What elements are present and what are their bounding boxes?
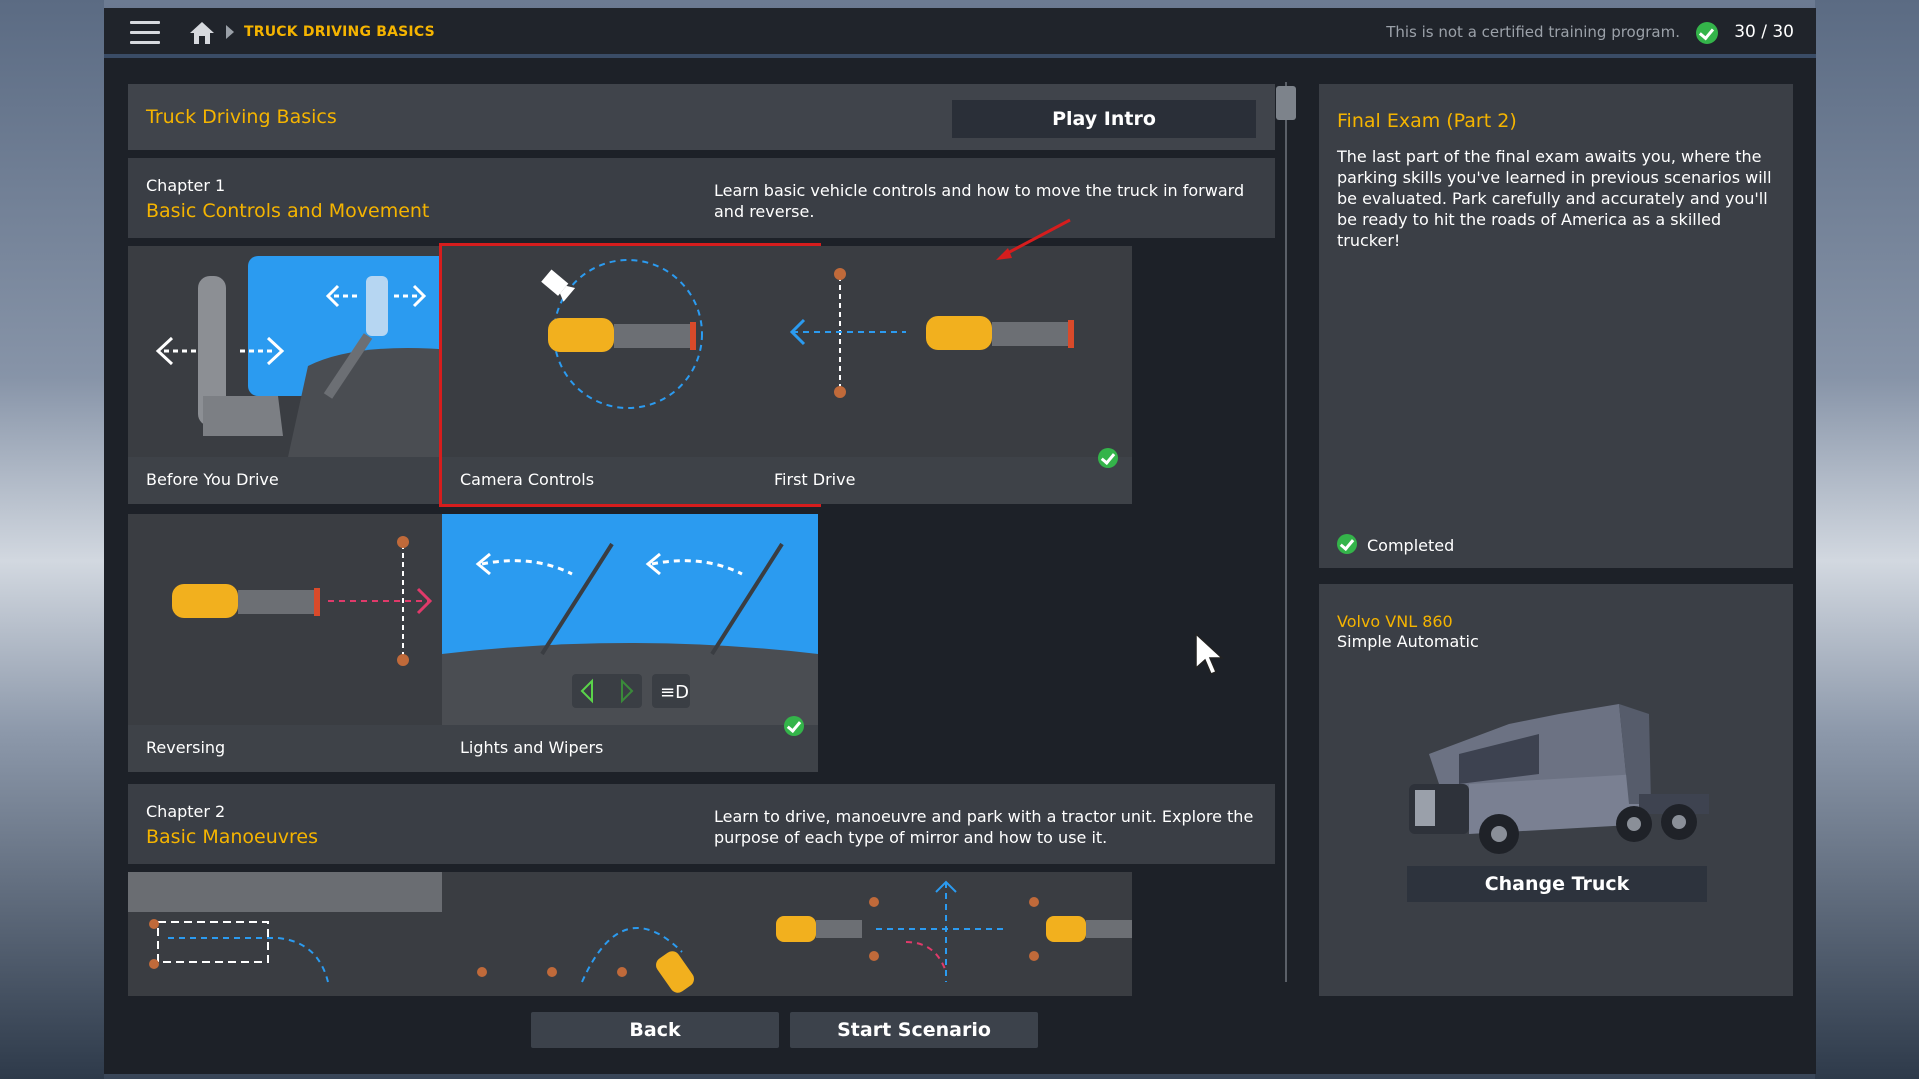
course-title: Truck Driving Basics — [146, 106, 337, 128]
chapter-name: Basic Controls and Movement — [146, 200, 430, 222]
scrollbar-thumb[interactable] — [1276, 86, 1296, 120]
chapter-name: Basic Manoeuvres — [146, 826, 319, 848]
scenario-label: Camera Controls — [460, 470, 595, 489]
mouse-cursor-icon — [1195, 632, 1224, 675]
scrollbar-track[interactable] — [1285, 82, 1287, 982]
chapter-description: Learn basic vehicle controls and how to … — [714, 181, 1245, 221]
truck-panel: Volvo VNL 860 Simple Automatic Change Tr… — [1319, 584, 1793, 996]
scenario-card-chapter2-3[interactable] — [756, 872, 1132, 996]
chapter-number: Chapter 2 — [146, 802, 226, 821]
chapter2-scenario-thumbnail — [756, 872, 1132, 996]
svg-text:≡D: ≡D — [660, 682, 689, 703]
scenario-label: Before You Drive — [146, 470, 279, 489]
home-icon[interactable] — [188, 20, 216, 46]
scenario-label: First Drive — [774, 470, 856, 489]
chapter-number: Chapter 1 — [146, 176, 226, 195]
scenario-card-first-drive[interactable]: First Drive — [756, 246, 1132, 504]
footer-bar: Back Start Scenario — [104, 1008, 1276, 1074]
disclaimer-text: This is not a certified training program… — [1386, 23, 1680, 41]
first-drive-thumbnail — [756, 246, 1132, 457]
check-circle-icon — [1696, 22, 1718, 44]
scenario-details-panel: Final Exam (Part 2) The last part of the… — [1319, 84, 1793, 568]
details-description: The last part of the final exam awaits y… — [1337, 147, 1772, 250]
scenario-window: TRUCK DRIVING BASICS This is not a certi… — [104, 8, 1816, 1074]
scenario-list: Truck Driving Basics Play Intro Chapter … — [128, 84, 1275, 996]
truck-image — [1409, 704, 1709, 854]
scenario-label: Reversing — [146, 738, 226, 757]
lights-and-wipers-thumbnail: ≡D — [442, 514, 818, 725]
transmission-type: Simple Automatic — [1337, 632, 1479, 651]
chapter-header-2: Chapter 2 Basic Manoeuvres Learn to driv… — [128, 784, 1275, 864]
chapter-description: Learn to drive, manoeuvre and park with … — [714, 807, 1254, 847]
scenario-label: Lights and Wipers — [460, 738, 604, 757]
change-truck-button[interactable]: Change Truck — [1407, 866, 1707, 902]
completion-status: Completed — [1367, 536, 1455, 555]
annotation-arrow — [996, 218, 1071, 260]
truck-name: Volvo VNL 860 — [1337, 612, 1453, 631]
back-button[interactable]: Back — [531, 1012, 779, 1048]
play-intro-button[interactable]: Play Intro — [952, 100, 1256, 138]
details-title: Final Exam (Part 2) — [1337, 110, 1517, 132]
breadcrumb[interactable]: TRUCK DRIVING BASICS — [244, 24, 435, 40]
check-circle-icon — [1098, 448, 1118, 468]
progress-counter: 30 / 30 — [1734, 22, 1794, 42]
background-left — [0, 0, 104, 1079]
check-circle-icon — [784, 716, 804, 736]
chevron-right-icon — [226, 25, 234, 39]
menu-icon[interactable] — [130, 21, 160, 45]
scenario-card-lights-and-wipers[interactable]: ≡D Lights and Wipers — [442, 514, 818, 772]
background-right — [1815, 0, 1919, 1079]
start-scenario-button[interactable]: Start Scenario — [790, 1012, 1038, 1048]
chapter-header-1: Chapter 1 Basic Controls and Movement Le… — [128, 158, 1275, 238]
top-bar: TRUCK DRIVING BASICS This is not a certi… — [104, 8, 1816, 58]
course-header: Truck Driving Basics Play Intro — [128, 84, 1275, 150]
check-circle-icon — [1337, 534, 1357, 554]
